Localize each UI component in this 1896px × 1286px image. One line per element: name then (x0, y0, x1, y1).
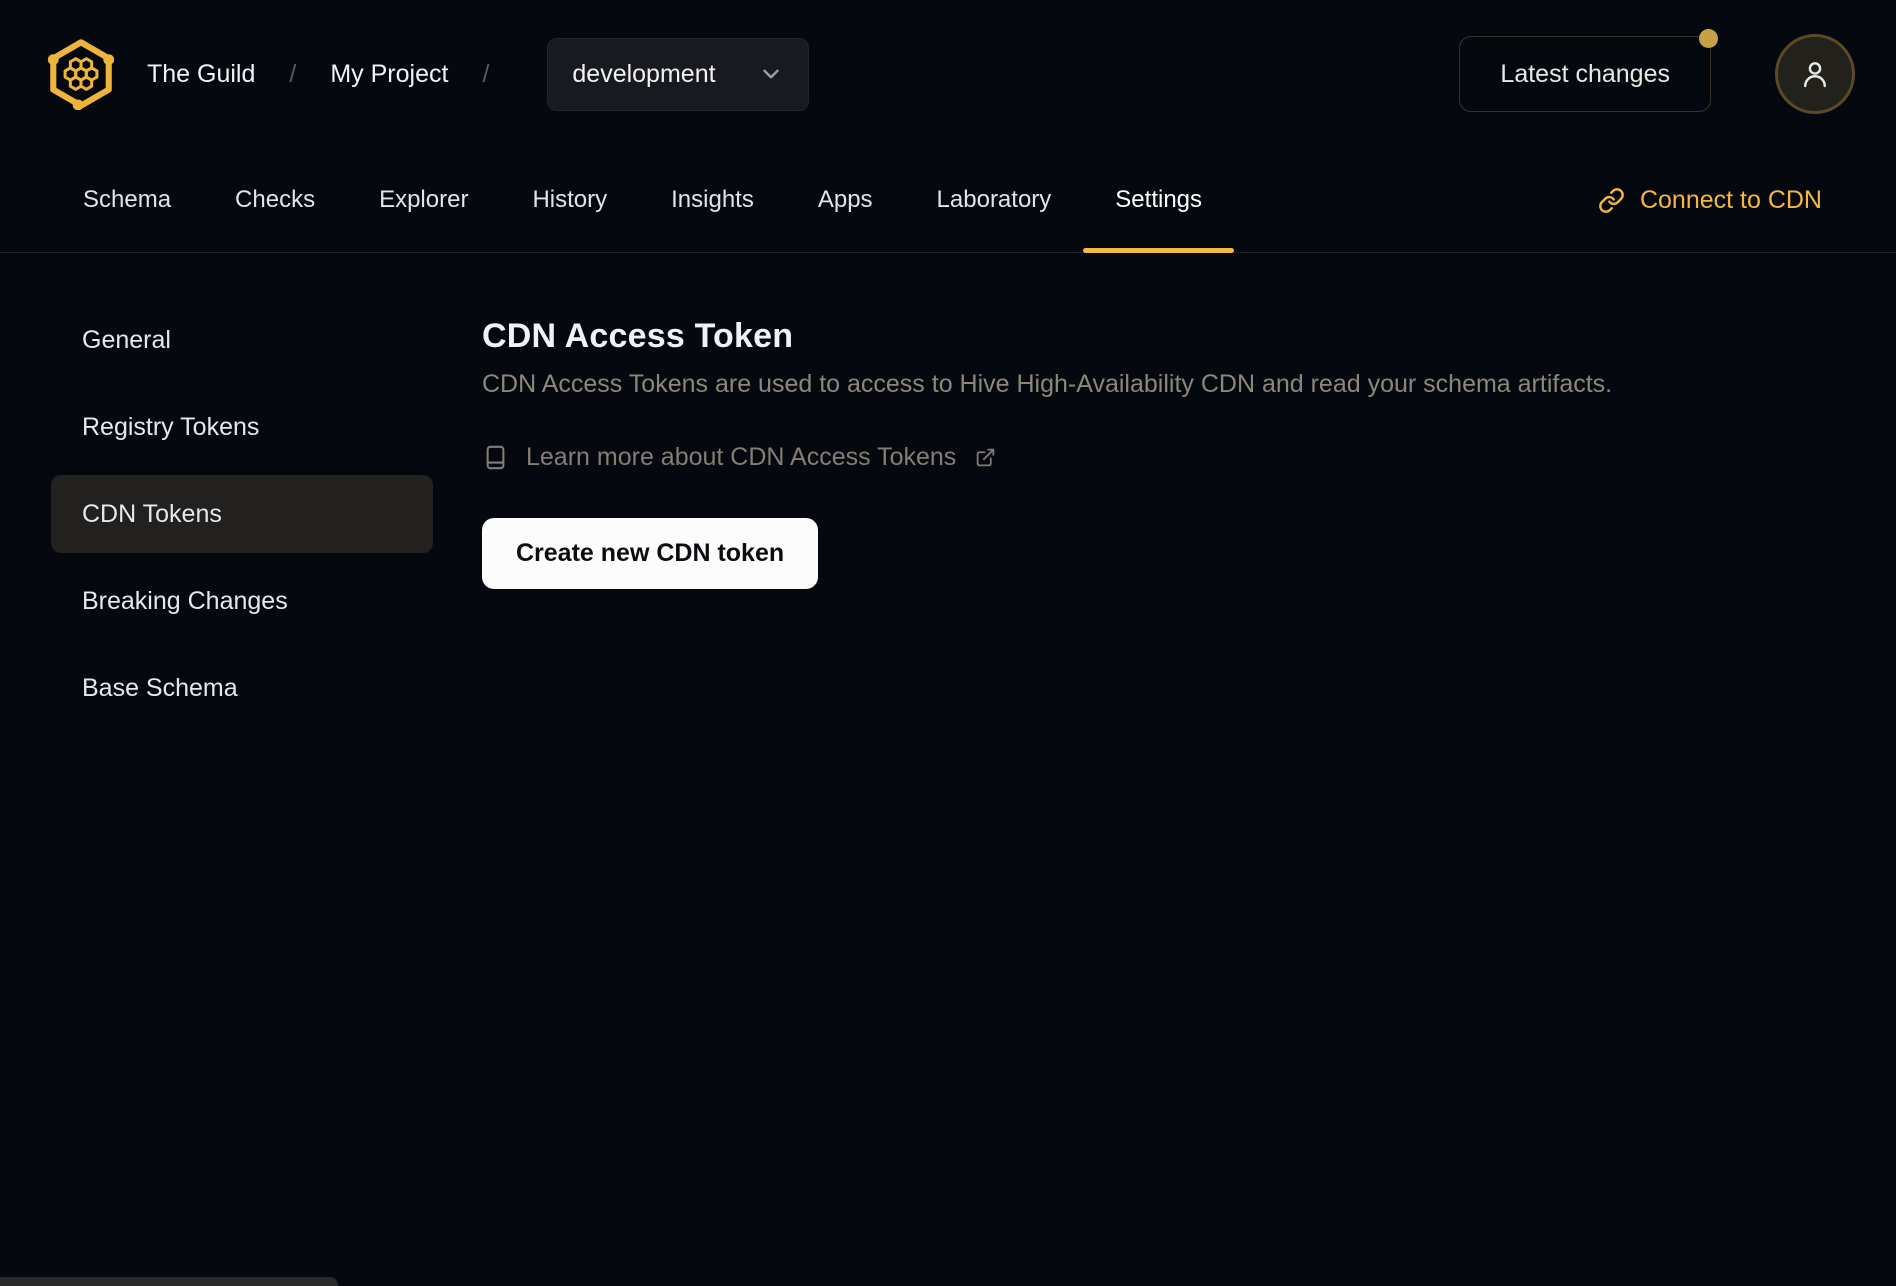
page-title: CDN Access Token (482, 317, 794, 355)
environment-selector-value: development (572, 59, 716, 88)
app-header: The Guild / My Project / development Lat… (0, 0, 1896, 148)
tab-checks[interactable]: Checks (203, 148, 347, 252)
settings-content: General Registry Tokens CDN Tokens Break… (0, 253, 1896, 727)
create-cdn-token-button[interactable]: Create new CDN token (482, 518, 819, 589)
user-avatar-button[interactable] (1775, 34, 1855, 114)
sidebar-item-base-schema[interactable]: Base Schema (51, 649, 433, 727)
tab-history[interactable]: History (500, 148, 639, 252)
tab-insights[interactable]: Insights (639, 148, 786, 252)
hive-logo-icon[interactable] (45, 38, 117, 110)
tab-explorer[interactable]: Explorer (347, 148, 500, 252)
latest-changes-button[interactable]: Latest changes (1459, 29, 1718, 112)
page-description: CDN Access Tokens are used to access to … (482, 370, 1613, 398)
bottom-toast-partial (0, 1277, 338, 1286)
sidebar-item-cdn-tokens[interactable]: CDN Tokens (51, 475, 433, 553)
learn-more-label: Learn more about CDN Access Tokens (526, 443, 957, 471)
external-link-icon (977, 448, 995, 467)
sidebar-item-general[interactable]: General (51, 301, 433, 379)
breadcrumb-separator: / (482, 59, 490, 88)
tab-settings[interactable]: Settings (1083, 148, 1234, 253)
tab-laboratory[interactable]: Laboratory (905, 148, 1084, 252)
sidebar-item-breaking-changes[interactable]: Breaking Changes (51, 562, 433, 640)
latest-changes-label: Latest changes (1500, 59, 1670, 88)
learn-more-link[interactable]: Learn more about CDN Access Tokens (482, 443, 1612, 472)
book-icon (486, 445, 505, 470)
tab-apps[interactable]: Apps (786, 148, 905, 252)
chevron-down-icon (763, 69, 780, 79)
breadcrumb-separator: / (289, 59, 297, 88)
link-icon (1599, 187, 1624, 213)
notification-dot (1699, 29, 1718, 48)
settings-sidebar: General Registry Tokens CDN Tokens Break… (51, 301, 433, 727)
sidebar-item-registry-tokens[interactable]: Registry Tokens (51, 388, 433, 466)
breadcrumb-project-link[interactable]: My Project (330, 60, 448, 89)
connect-to-cdn-label: Connect to CDN (1639, 185, 1822, 214)
user-icon (1804, 62, 1826, 88)
connect-to-cdn-link[interactable]: Connect to CDN (1598, 148, 1822, 252)
main-panel: CDN Access Token CDN Access Tokens are u… (482, 301, 1612, 727)
project-tabs: Schema Checks Explorer History Insights … (0, 148, 1896, 253)
environment-selector[interactable]: development (547, 37, 810, 111)
breadcrumb: The Guild / My Project / development (147, 37, 810, 111)
breadcrumb-org-link[interactable]: The Guild (147, 60, 255, 89)
header-right: Latest changes (1459, 29, 1855, 114)
tab-schema[interactable]: Schema (51, 148, 203, 252)
